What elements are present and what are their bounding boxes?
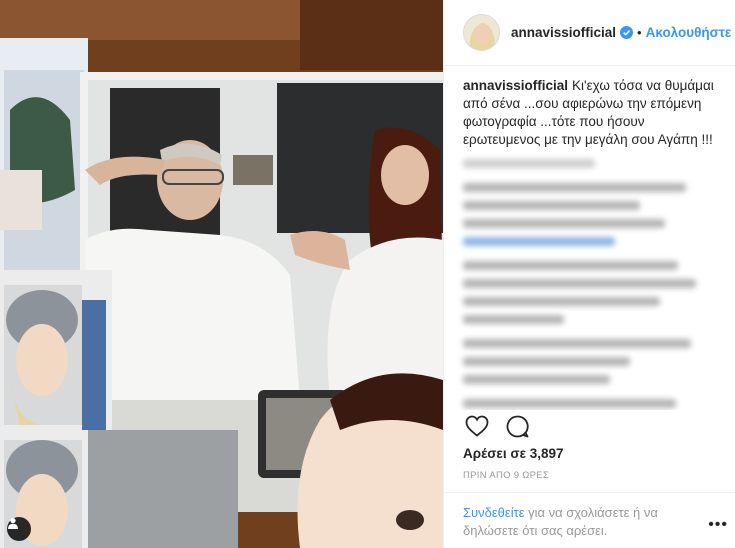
post-side-panel: annavissiofficial • Ακολουθήστε annaviss… — [443, 0, 735, 548]
more-options-icon[interactable]: ••• — [708, 516, 728, 534]
post-time[interactable]: ΠΡΙΝ ΑΠΟ 9 ΩΡΕΣ — [463, 470, 549, 481]
verified-badge-icon — [620, 26, 634, 39]
post-photo[interactable] — [0, 0, 443, 548]
caption-username[interactable]: annavissiofficial — [463, 78, 568, 93]
follow-button[interactable]: Ακολουθήστε — [646, 25, 732, 40]
avatar[interactable] — [463, 14, 500, 51]
comments-section: annavissiofficial Κι'εχω τόσα να θυμάμαι … — [444, 66, 735, 410]
caption: annavissiofficial Κι'εχω τόσα να θυμάμαι … — [463, 77, 716, 149]
login-link[interactable]: Συνδεθείτε — [463, 505, 525, 520]
post-header: annavissiofficial • Ακολουθήστε — [444, 0, 735, 66]
comment-bubble-icon[interactable] — [503, 412, 531, 440]
person-tag-icon[interactable] — [7, 517, 31, 541]
blurred-comments — [463, 159, 716, 410]
photo-content — [0, 0, 443, 548]
heart-icon[interactable] — [463, 412, 491, 440]
separator-dot: • — [637, 25, 642, 40]
username[interactable]: annavissiofficial — [511, 25, 616, 40]
action-bar — [463, 412, 543, 440]
login-footer: Συνδεθείτε για να σχολιάσετε ή να δηλώσε… — [444, 492, 735, 548]
likes-count[interactable]: Αρέσει σε 3,897 — [463, 446, 564, 461]
